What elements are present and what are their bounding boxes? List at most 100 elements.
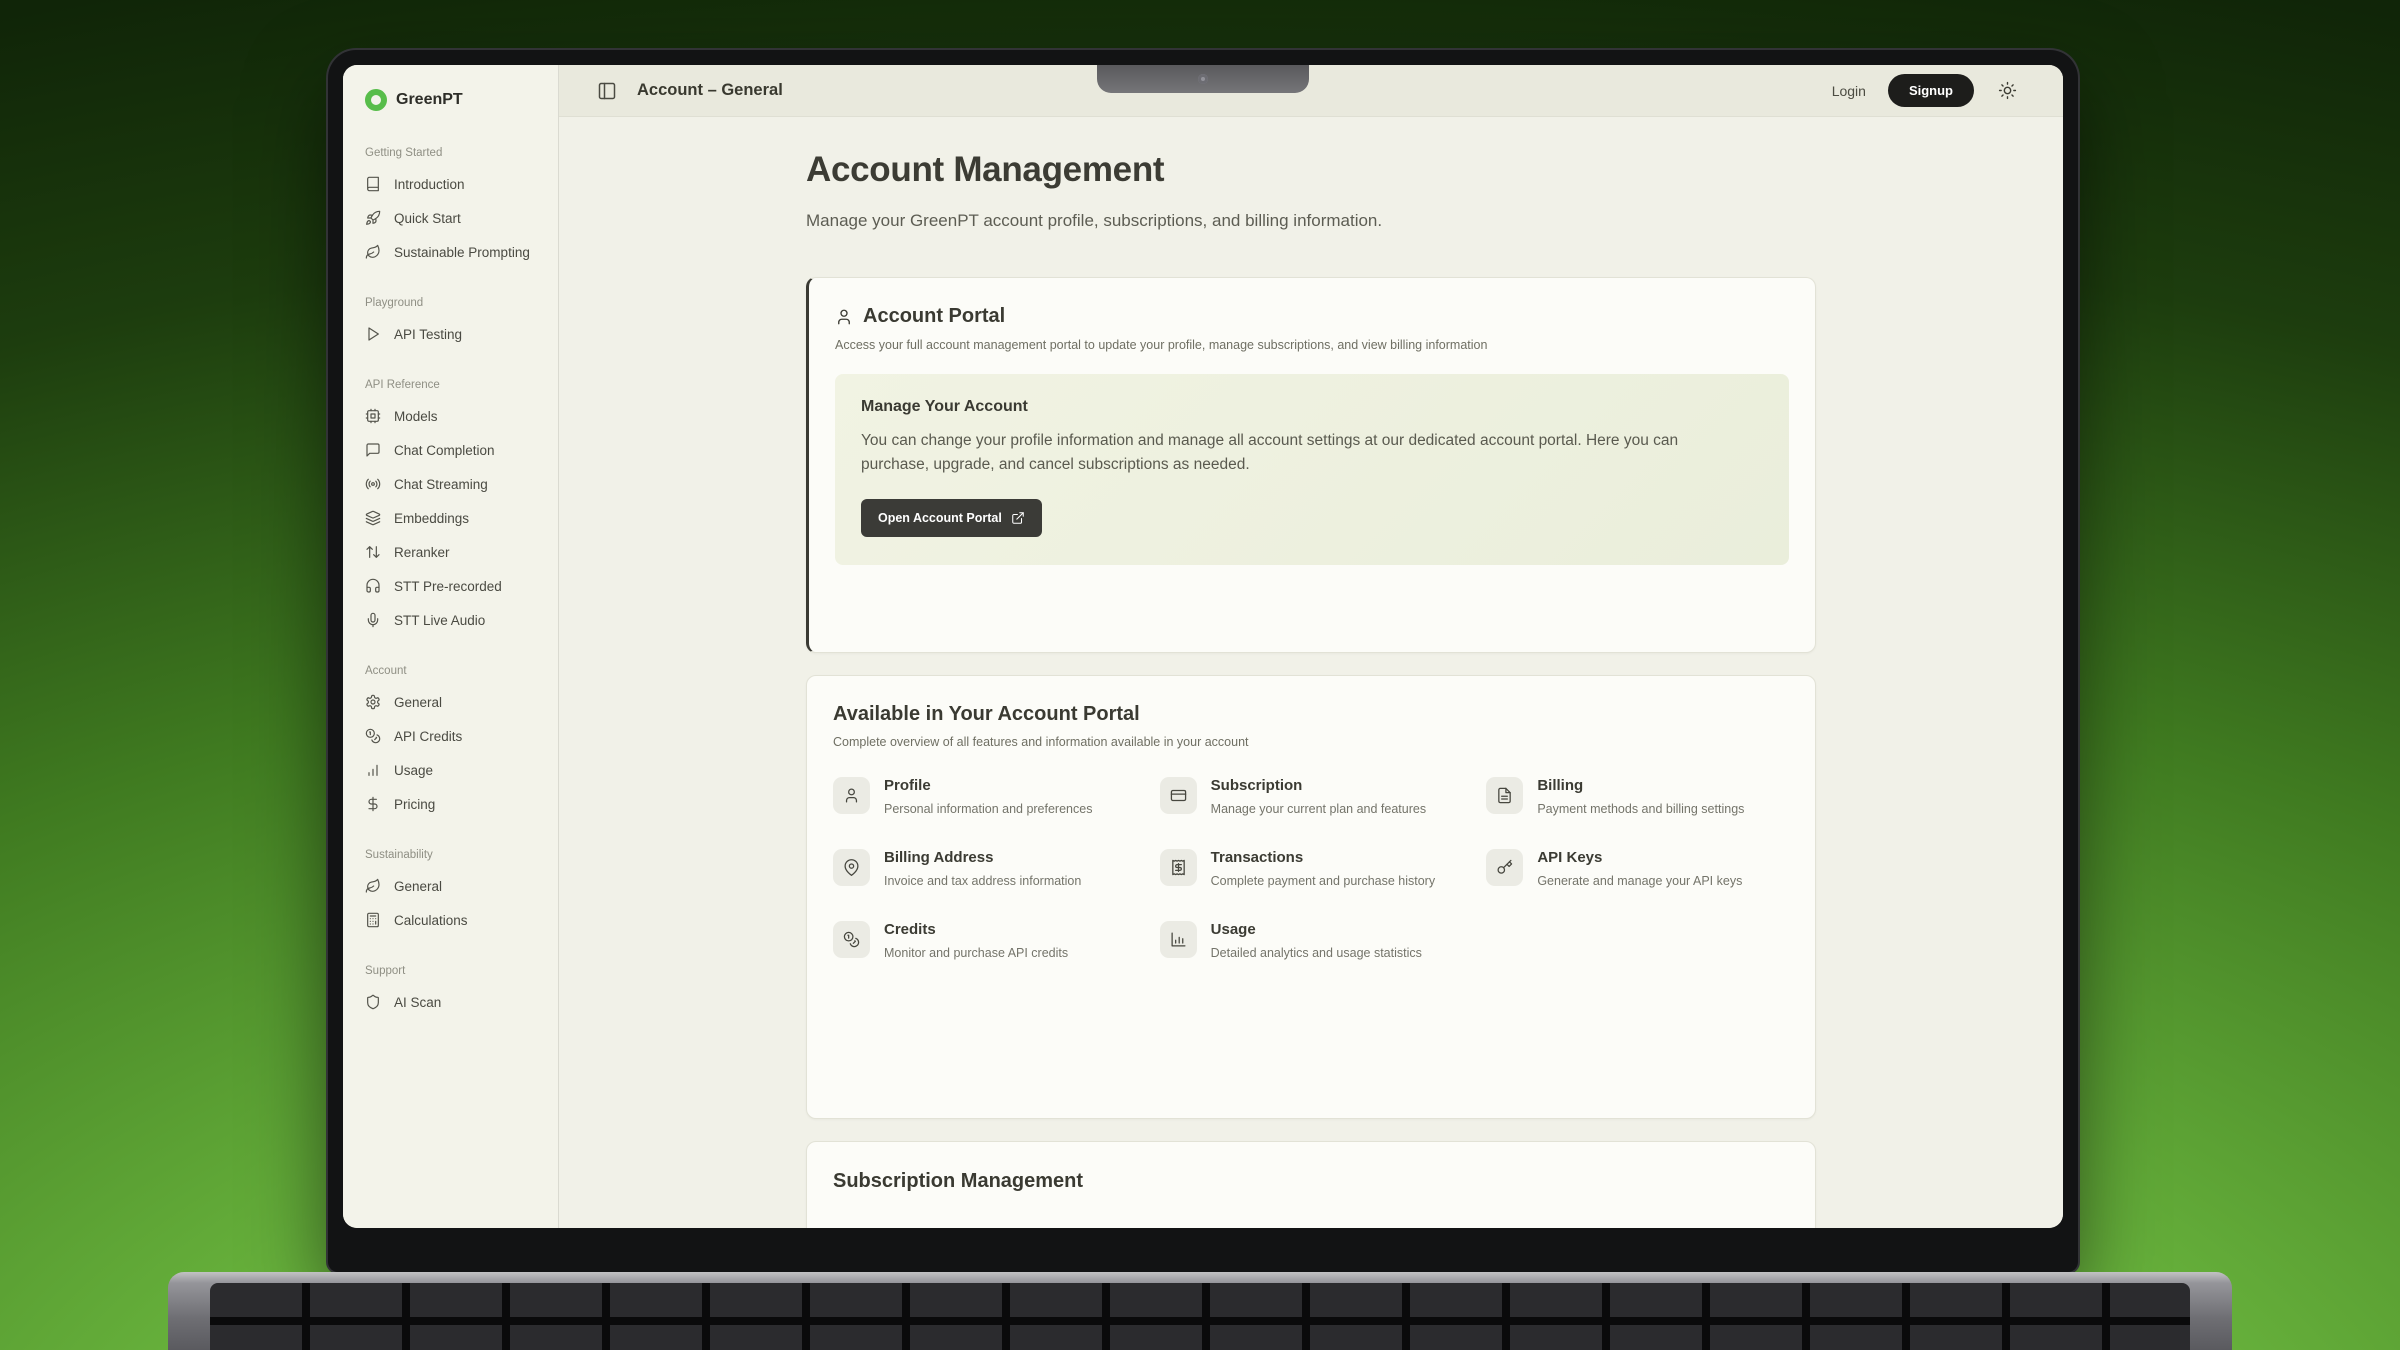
section-label: Getting Started xyxy=(365,147,546,159)
account-portal-card: Account Portal Access your full account … xyxy=(806,277,1816,653)
card-subtitle: Complete overview of all features and in… xyxy=(833,735,1789,749)
sidebar-item-calculations[interactable]: Calculations xyxy=(365,903,546,937)
message-icon xyxy=(365,442,381,458)
sidebar-item-account-general[interactable]: General xyxy=(365,685,546,719)
sidebar-item-label: Pricing xyxy=(394,797,435,812)
card-title: Available in Your Account Portal xyxy=(833,703,1789,726)
laptop-notch xyxy=(1097,65,1309,93)
sidebar-item-chat-completion[interactable]: Chat Completion xyxy=(365,433,546,467)
login-button[interactable]: Login xyxy=(1832,83,1866,99)
calculator-icon xyxy=(365,912,381,928)
headphones-icon xyxy=(365,578,381,594)
sidebar-item-models[interactable]: Models xyxy=(365,399,546,433)
sidebar-item-sustainable-prompting[interactable]: Sustainable Prompting xyxy=(365,235,546,269)
leaf-icon xyxy=(365,878,381,894)
sidebar-toggle-button[interactable] xyxy=(597,81,617,101)
credit-card-icon xyxy=(1170,787,1187,804)
play-icon xyxy=(365,326,381,342)
feature-api-keys: API Keys Generate and manage your API ke… xyxy=(1486,849,1789,891)
sidebar-item-label: Usage xyxy=(394,763,433,778)
coins-icon xyxy=(843,931,860,948)
page-title: Account Management xyxy=(806,150,1816,190)
sidebar-item-label: General xyxy=(394,695,442,710)
features-grid: Profile Personal information and prefere… xyxy=(833,777,1789,962)
sidebar-item-pricing[interactable]: Pricing xyxy=(365,787,546,821)
sidebar-item-api-credits[interactable]: API Credits xyxy=(365,719,546,753)
feature-desc: Manage your current plan and features xyxy=(1211,800,1426,819)
laptop-lid: GreenPT Getting Started Introduction Qui… xyxy=(328,50,2078,1272)
sidebar-section-getting-started: Getting Started Introduction Quick Start… xyxy=(365,147,546,269)
section-label: Support xyxy=(365,965,546,977)
feature-title: Transactions xyxy=(1211,849,1435,866)
section-label: Playground xyxy=(365,297,546,309)
feature-billing: Billing Payment methods and billing sett… xyxy=(1486,777,1789,819)
open-account-portal-button[interactable]: Open Account Portal xyxy=(861,499,1042,537)
sidebar-item-chat-streaming[interactable]: Chat Streaming xyxy=(365,467,546,501)
theme-toggle-button[interactable] xyxy=(1998,81,2017,100)
sidebar-item-introduction[interactable]: Introduction xyxy=(365,167,546,201)
section-label: Sustainability xyxy=(365,849,546,861)
sidebar-item-ai-scan[interactable]: AI Scan xyxy=(365,985,546,1019)
feature-profile: Profile Personal information and prefere… xyxy=(833,777,1136,819)
sidebar-item-sustainability-general[interactable]: General xyxy=(365,869,546,903)
sort-arrows-icon xyxy=(365,544,381,560)
sidebar-item-label: Chat Streaming xyxy=(394,477,488,492)
receipt-icon xyxy=(1170,859,1187,876)
topbar: Account – General Login Signup xyxy=(559,65,2063,117)
sidebar-item-api-testing[interactable]: API Testing xyxy=(365,317,546,351)
feature-desc: Personal information and preferences xyxy=(884,800,1092,819)
card-subtitle: Access your full account management port… xyxy=(835,338,1789,352)
sidebar: GreenPT Getting Started Introduction Qui… xyxy=(343,65,559,1228)
page-subtitle: Manage your GreenPT account profile, sub… xyxy=(806,211,1816,231)
page-breadcrumb-title: Account – General xyxy=(637,81,783,100)
sidebar-item-usage[interactable]: Usage xyxy=(365,753,546,787)
sidebar-item-label: General xyxy=(394,879,442,894)
sidebar-item-label: AI Scan xyxy=(394,995,441,1010)
signup-button[interactable]: Signup xyxy=(1888,74,1974,107)
main-column: Account – General Login Signup Account M… xyxy=(559,65,2063,1228)
feature-title: Subscription xyxy=(1211,777,1426,794)
file-text-icon xyxy=(1496,787,1513,804)
bar-chart-icon xyxy=(365,762,381,778)
sidebar-item-label: Chat Completion xyxy=(394,443,495,458)
layers-icon xyxy=(365,510,381,526)
sidebar-section-sustainability: Sustainability General Calculations xyxy=(365,849,546,937)
green-ring-logo-icon xyxy=(365,89,387,111)
sidebar-item-reranker[interactable]: Reranker xyxy=(365,535,546,569)
mic-icon xyxy=(365,612,381,628)
sidebar-section-support: Support AI Scan xyxy=(365,965,546,1019)
gear-icon xyxy=(365,694,381,710)
sidebar-item-embeddings[interactable]: Embeddings xyxy=(365,501,546,535)
feature-desc: Detailed analytics and usage statistics xyxy=(1211,944,1422,963)
sidebar-item-label: Introduction xyxy=(394,177,465,192)
sidebar-item-label: STT Live Audio xyxy=(394,613,485,628)
shield-icon xyxy=(365,994,381,1010)
leaf-icon xyxy=(365,244,381,260)
brand-logo[interactable]: GreenPT xyxy=(365,89,546,111)
feature-title: Profile xyxy=(884,777,1092,794)
sidebar-item-stt-pre-recorded[interactable]: STT Pre-recorded xyxy=(365,569,546,603)
subscription-management-card: Subscription Management xyxy=(806,1141,1816,1228)
feature-title: Credits xyxy=(884,921,1068,938)
card-title: Account Portal xyxy=(863,305,1005,328)
user-icon xyxy=(843,787,860,804)
feature-title: API Keys xyxy=(1537,849,1742,866)
portal-features-card: Available in Your Account Portal Complet… xyxy=(806,675,1816,1119)
feature-title: Billing xyxy=(1537,777,1744,794)
feature-credits: Credits Monitor and purchase API credits xyxy=(833,921,1136,963)
feature-usage: Usage Detailed analytics and usage stati… xyxy=(1160,921,1463,963)
feature-desc: Invoice and tax address information xyxy=(884,872,1081,891)
key-icon xyxy=(1496,859,1513,876)
chart-column-icon xyxy=(1170,931,1187,948)
sidebar-item-quick-start[interactable]: Quick Start xyxy=(365,201,546,235)
sidebar-item-stt-live-audio[interactable]: STT Live Audio xyxy=(365,603,546,637)
sidebar-item-label: Reranker xyxy=(394,545,450,560)
sidebar-section-account: Account General API Credits Usage xyxy=(365,665,546,821)
sidebar-item-label: Calculations xyxy=(394,913,468,928)
sidebar-item-label: API Credits xyxy=(394,729,462,744)
sidebar-item-label: Sustainable Prompting xyxy=(394,245,530,260)
manage-account-panel: Manage Your Account You can change your … xyxy=(835,374,1789,565)
feature-desc: Generate and manage your API keys xyxy=(1537,872,1742,891)
main-content: Account Management Manage your GreenPT a… xyxy=(559,117,2063,1228)
laptop-keyboard xyxy=(210,1283,2190,1350)
